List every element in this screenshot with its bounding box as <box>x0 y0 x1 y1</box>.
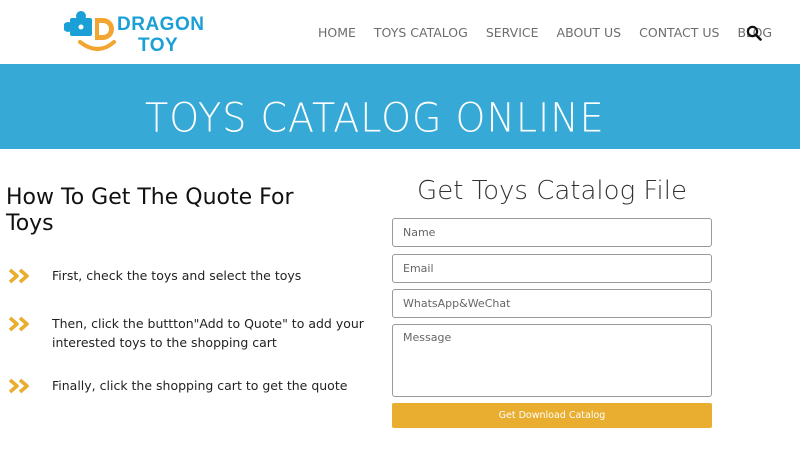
nav-about-us[interactable]: ABOUT US <box>557 25 622 40</box>
quote-heading: How To Get The Quote For Toys <box>6 185 294 236</box>
search-icon[interactable] <box>746 25 762 41</box>
banner-title: TOYS CATALOG ONLINE <box>145 94 605 142</box>
main-nav: HOME TOYS CATALOG SERVICE ABOUT US CONTA… <box>318 25 790 40</box>
nav-service[interactable]: SERVICE <box>486 25 539 40</box>
nav-toys-catalog[interactable]: TOYS CATALOG <box>374 25 468 40</box>
puzzle-icon <box>64 11 92 36</box>
download-catalog-button[interactable]: Get Download Catalog <box>392 403 712 428</box>
step-text: Then, click the buttton"Add to Quote" to… <box>52 316 364 350</box>
brand-subname: TOY <box>138 35 179 56</box>
nav-home[interactable]: HOME <box>318 25 356 40</box>
step-item: Then, click the buttton"Add to Quote" to… <box>8 314 368 352</box>
double-chevron-right-icon <box>8 268 29 284</box>
step-text: Finally, click the shopping cart to get … <box>52 378 348 393</box>
form-title: Get Toys Catalog File <box>417 176 687 206</box>
step-item: First, check the toys and select the toy… <box>8 266 368 285</box>
double-chevron-right-icon <box>8 316 29 332</box>
name-field[interactable] <box>392 218 712 247</box>
message-field[interactable] <box>392 324 712 397</box>
double-chevron-right-icon <box>8 378 29 394</box>
site-header: DRAGON TOY HOME TOYS CATALOG SERVICE ABO… <box>0 0 800 64</box>
step-item: Finally, click the shopping cart to get … <box>8 376 368 395</box>
brand-name: DRAGON <box>117 14 205 35</box>
step-text: First, check the toys and select the toy… <box>52 268 302 283</box>
nav-contact-us[interactable]: CONTACT US <box>639 25 719 40</box>
email-field[interactable] <box>392 254 712 283</box>
whatsapp-field[interactable] <box>392 289 712 318</box>
